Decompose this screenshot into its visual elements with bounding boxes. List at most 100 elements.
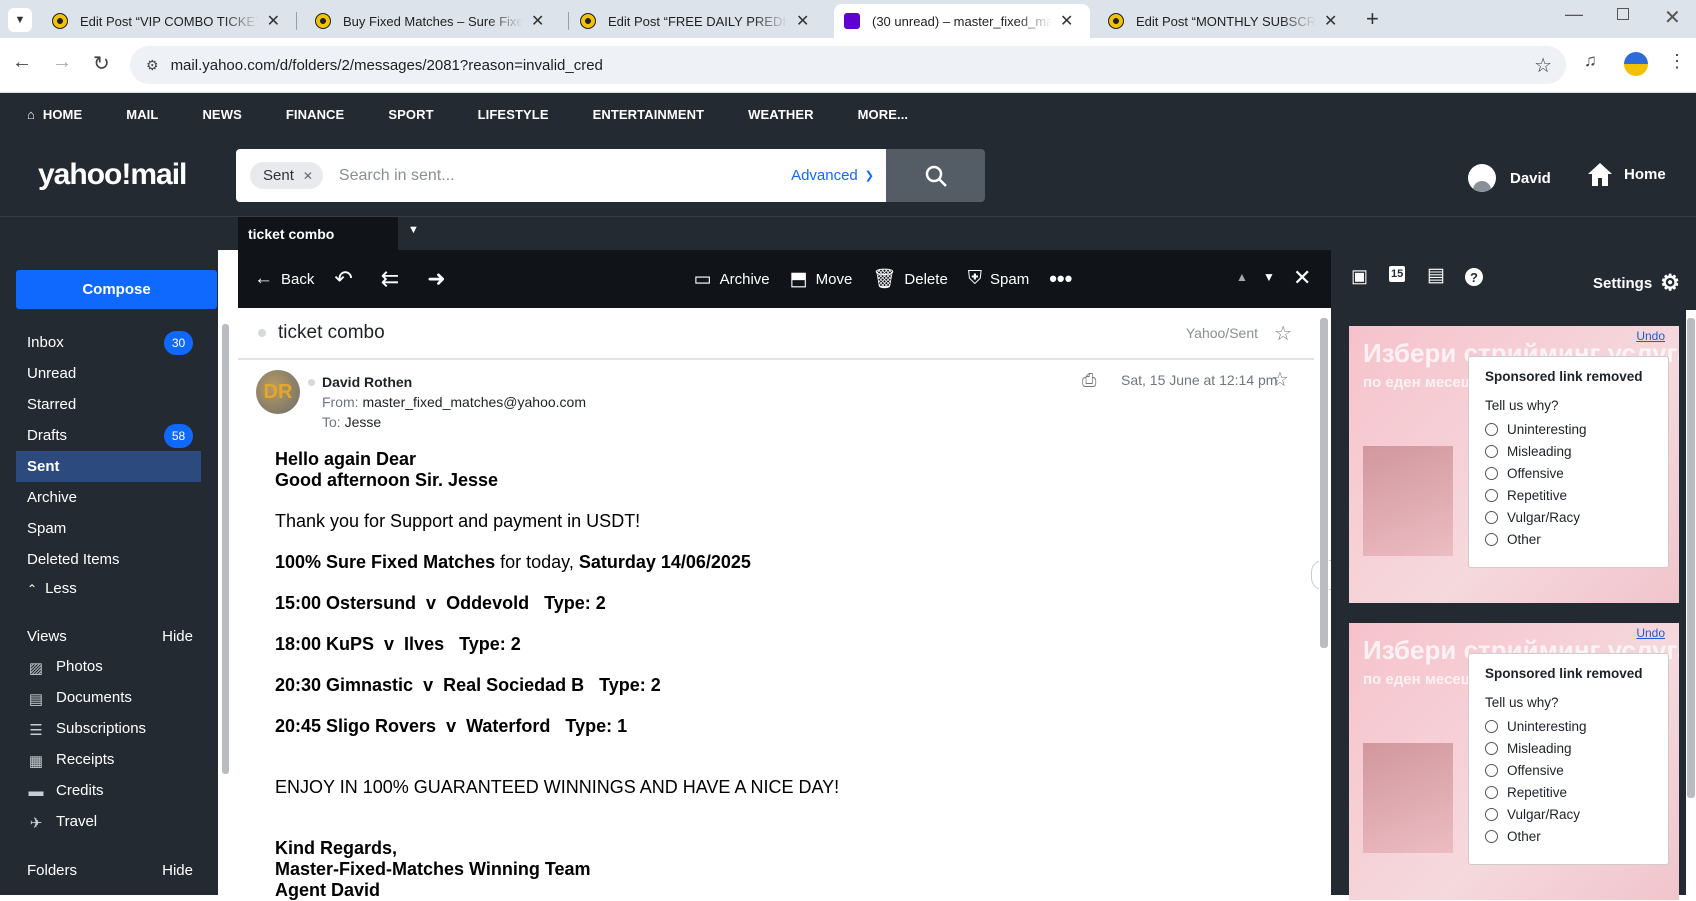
profile-avatar-icon[interactable] (1624, 52, 1648, 76)
ad-feedback-option[interactable]: Vulgar/Racy (1485, 509, 1652, 525)
close-icon[interactable]: ✕ (796, 11, 809, 31)
nav-entertainment[interactable]: ENTERTAINMENT (593, 107, 705, 122)
previous-message-icon[interactable]: ▲ (1236, 270, 1248, 284)
reply-all-icon[interactable]: ⇇ (381, 266, 407, 292)
folders-hide-link[interactable]: Hide (162, 862, 193, 879)
views-hide-link[interactable]: Hide (162, 628, 193, 645)
message-scrollbar[interactable] (1319, 308, 1329, 895)
nav-more[interactable]: MORE... (858, 107, 909, 122)
radio-icon[interactable] (1485, 466, 1498, 480)
ad-feedback-option[interactable]: Other (1485, 531, 1652, 547)
search-chip[interactable]: Sent ✕ (250, 162, 323, 189)
search-button[interactable] (886, 149, 985, 202)
nav-mail[interactable]: MAIL (126, 107, 158, 122)
ad-feedback-option[interactable]: Other (1485, 828, 1652, 844)
site-info-icon[interactable]: ⚙ (146, 57, 159, 74)
sender-email[interactable]: master_fixed_matches@yahoo.com (362, 394, 586, 410)
reply-icon[interactable]: ↶ (334, 266, 360, 292)
user-menu[interactable]: David (1468, 164, 1551, 192)
nav-finance[interactable]: FINANCE (286, 107, 344, 122)
sidebar-item-travel[interactable]: ✈ Travel (16, 806, 201, 837)
sidebar-item-photos[interactable]: ▨ Photos (16, 651, 201, 682)
ad-feedback-option[interactable]: Uninteresting (1485, 718, 1652, 734)
ad-feedback-option[interactable]: Misleading (1485, 740, 1652, 756)
radio-icon[interactable] (1485, 807, 1498, 821)
advanced-search-link[interactable]: Advanced ❯ (791, 167, 874, 184)
move-button[interactable]: ⬒ Move (790, 268, 853, 291)
ad-feedback-option[interactable]: Misleading (1485, 443, 1652, 459)
ad-feedback-option[interactable]: Offensive (1485, 762, 1652, 778)
radio-icon[interactable] (1485, 444, 1498, 458)
ad-feedback-option[interactable]: Vulgar/Racy (1485, 806, 1652, 822)
close-icon[interactable]: ✕ (1324, 11, 1337, 31)
recipient-name[interactable]: Jesse (345, 414, 382, 430)
contacts-icon[interactable]: ▣ (1351, 266, 1368, 287)
new-tab-icon[interactable]: + (1366, 6, 1379, 32)
compose-button[interactable]: Compose (16, 270, 217, 309)
home-link[interactable]: Home (1586, 161, 1666, 187)
close-icon[interactable]: ✕ (267, 11, 280, 31)
sidebar-item-drafts[interactable]: Drafts 58 (16, 420, 201, 451)
print-icon[interactable]: ⎙ (1082, 370, 1096, 391)
close-icon[interactable]: ✕ (531, 11, 544, 31)
search-input[interactable]: Search in sent... (339, 167, 791, 185)
ad-undo-link[interactable]: Undo (1636, 329, 1665, 343)
sidebar-item-subscriptions[interactable]: ☰ Subscriptions (16, 713, 201, 744)
rail-scrollbar[interactable] (1686, 310, 1696, 895)
sidebar-item-inbox[interactable]: Inbox 30 (16, 327, 201, 358)
media-control-icon[interactable]: ♫ (1584, 51, 1597, 71)
radio-icon[interactable] (1485, 422, 1498, 436)
radio-icon[interactable] (1485, 785, 1498, 799)
star-icon[interactable]: ☆ (1271, 367, 1289, 392)
more-actions-icon[interactable]: ••• (1049, 266, 1072, 292)
close-icon[interactable]: ✕ (1060, 11, 1073, 31)
sidebar-item-documents[interactable]: ▤ Documents (16, 682, 201, 713)
message-folder-path[interactable]: Yahoo/Sent (1186, 325, 1258, 341)
unread-dot-icon[interactable] (258, 329, 266, 337)
mail-tab-active[interactable]: ticket combo (238, 217, 398, 251)
browser-tab[interactable]: Edit Post “FREE DAILY PREDICTI ✕ (570, 4, 828, 38)
radio-icon[interactable] (1485, 829, 1498, 843)
sidebar-scrollbar[interactable] (221, 312, 230, 895)
browser-menu-icon[interactable]: ⋮ (1668, 51, 1686, 72)
nav-home[interactable]: HOME (43, 107, 82, 122)
sender-name[interactable]: David Rothen (322, 372, 412, 392)
notepad-icon[interactable]: ▤ (1427, 264, 1445, 287)
nav-weather[interactable]: WEATHER (748, 107, 813, 122)
back-button[interactable]: ← Back (254, 268, 314, 290)
sidebar-item-starred[interactable]: Starred (16, 389, 201, 420)
ad-feedback-option[interactable]: Offensive (1485, 465, 1652, 481)
browser-tab-active[interactable]: (30 unread) – master_fixed_mat ✕ (834, 4, 1090, 38)
radio-icon[interactable] (1485, 763, 1498, 777)
search-box[interactable]: Sent ✕ Search in sent... Advanced ❯ (236, 149, 886, 202)
sidebar-item-unread[interactable]: Unread (16, 358, 201, 389)
sidebar-item-archive[interactable]: Archive (16, 482, 201, 513)
radio-icon[interactable] (1485, 532, 1498, 546)
tab-overflow-chevron-icon[interactable]: ▼ (408, 224, 419, 236)
nav-news[interactable]: NEWS (202, 107, 241, 122)
forward-icon[interactable]: ➜ (427, 266, 453, 292)
ad-feedback-option[interactable]: Repetitive (1485, 487, 1652, 503)
next-message-icon[interactable]: ▼ (1263, 270, 1275, 284)
sidebar-item-spam[interactable]: Spam (16, 513, 201, 544)
ad-feedback-option[interactable]: Repetitive (1485, 784, 1652, 800)
forward-arrow-icon[interactable]: → (52, 51, 72, 74)
bookmark-star-icon[interactable]: ☆ (1534, 53, 1552, 78)
chip-close-icon[interactable]: ✕ (303, 169, 313, 183)
radio-icon[interactable] (1485, 488, 1498, 502)
sidebar-item-deleted[interactable]: Deleted Items (16, 544, 201, 575)
spam-button[interactable]: ⛨ Spam (968, 268, 1029, 290)
window-close-icon[interactable]: ✕ (1664, 5, 1681, 30)
sidebar-item-credits[interactable]: ▬ Credits (16, 775, 201, 806)
sidebar-item-sent[interactable]: Sent (16, 451, 201, 482)
browser-tab[interactable]: Edit Post “VIP COMBO TICKET” ‹ ✕ (42, 4, 290, 38)
url-field[interactable]: ⚙ mail.yahoo.com/d/folders/2/messages/20… (130, 46, 1566, 84)
archive-button[interactable]: ▭ Archive (694, 268, 770, 291)
restore-icon[interactable] (1617, 8, 1629, 20)
browser-tab[interactable]: Edit Post “MONTHLY SUBSCRIP ✕ (1098, 4, 1358, 38)
radio-icon[interactable] (1485, 719, 1498, 733)
tab-search-button[interactable]: ▼ (8, 8, 32, 32)
ad-undo-link[interactable]: Undo (1636, 626, 1665, 640)
yahoo-mail-logo[interactable]: yahoo!mail (38, 158, 187, 192)
settings-button[interactable]: Settings ⚙ (1593, 270, 1680, 296)
